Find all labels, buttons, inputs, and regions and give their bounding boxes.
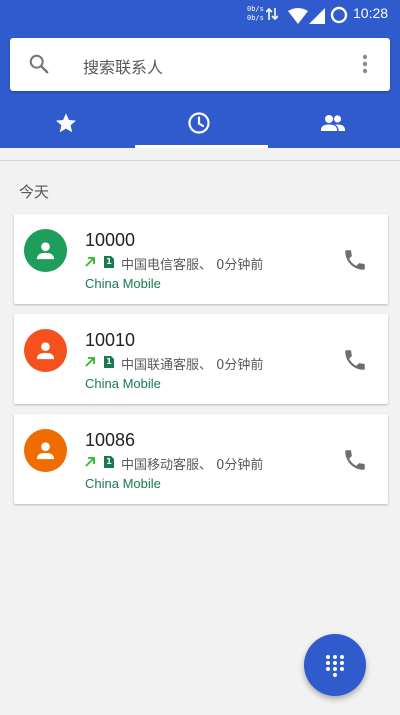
- data-activity-icon: [266, 7, 278, 21]
- person-icon: [36, 342, 55, 360]
- sim-card-icon: 1: [104, 456, 114, 468]
- wifi-icon: [288, 8, 308, 24]
- section-title-today: 今天: [19, 183, 50, 201]
- call-log-item[interactable]: 10086 1 中国移动客服、 0分钟前 China Mobile: [14, 414, 388, 504]
- call-description: 中国联通客服、 0分钟前: [121, 358, 264, 373]
- outgoing-call-icon: [85, 357, 95, 367]
- outgoing-call-icon: [85, 457, 95, 467]
- status-bar: 0b/s 0b/s 10:28: [0, 0, 400, 30]
- recents-list: 今天 10000 1 中国电信客服、 0分钟前 China Mobile 100…: [0, 148, 400, 715]
- outgoing-call-icon: [85, 257, 95, 267]
- phone-number: 10086: [85, 430, 136, 450]
- call-description: 中国电信客服、 0分钟前: [121, 258, 264, 273]
- phone-icon[interactable]: [342, 247, 368, 273]
- people-icon: [321, 115, 345, 131]
- net-speed-upload: 0b/s: [247, 5, 264, 13]
- person-icon: [36, 242, 55, 260]
- signal-icon: [309, 8, 325, 24]
- tab-recents[interactable]: [133, 98, 268, 148]
- phone-number: 10000: [85, 230, 136, 250]
- call-description: 中国移动客服、 0分钟前: [121, 458, 264, 473]
- network-speed: 0b/s 0b/s: [247, 5, 267, 23]
- sim-card-icon: 1: [104, 256, 114, 268]
- status-clock: 10:28: [353, 5, 389, 21]
- avatar: [24, 329, 67, 372]
- search-input[interactable]: 搜索联系人: [83, 54, 163, 78]
- star-icon: [56, 113, 76, 133]
- search-bar[interactable]: 搜索联系人: [10, 38, 390, 91]
- search-icon[interactable]: [28, 53, 50, 75]
- call-log-item[interactable]: 10000 1 中国电信客服、 0分钟前 China Mobile: [14, 214, 388, 304]
- more-options-icon[interactable]: [362, 53, 368, 75]
- net-speed-download: 0b/s: [247, 14, 264, 22]
- phone-icon[interactable]: [342, 447, 368, 473]
- sim-card-icon: 1: [104, 356, 114, 368]
- call-log-item[interactable]: 10010 1 中国联通客服、 0分钟前 China Mobile: [14, 314, 388, 404]
- tab-favorites[interactable]: [0, 98, 133, 148]
- dialpad-button[interactable]: [304, 634, 366, 696]
- divider: [0, 160, 400, 161]
- avatar: [24, 429, 67, 472]
- carrier-label: China Mobile: [85, 376, 161, 391]
- person-icon: [36, 442, 55, 460]
- clock-icon: [188, 112, 210, 134]
- battery-icon: [330, 6, 348, 24]
- phone-number: 10010: [85, 330, 136, 350]
- phone-icon[interactable]: [342, 347, 368, 373]
- tab-contacts[interactable]: [266, 98, 399, 148]
- carrier-label: China Mobile: [85, 276, 161, 291]
- carrier-label: China Mobile: [85, 476, 161, 491]
- dialpad-icon: [326, 655, 344, 677]
- app-header: 搜索联系人: [0, 30, 400, 148]
- avatar: [24, 229, 67, 272]
